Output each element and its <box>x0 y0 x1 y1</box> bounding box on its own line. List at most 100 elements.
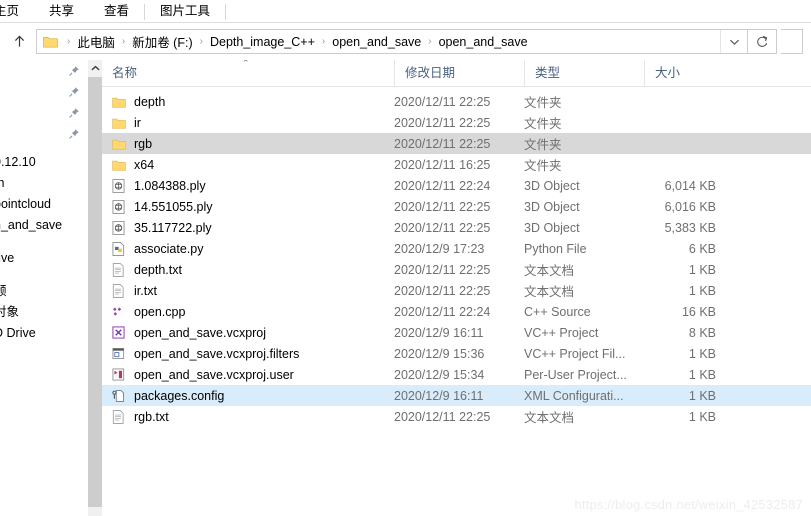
refresh-icon[interactable] <box>747 30 776 53</box>
pin-icon[interactable] <box>0 123 88 144</box>
breadcrumb-item-depth-image[interactable]: Depth_image_C++ <box>207 35 318 49</box>
file-name-label: packages.config <box>134 388 225 403</box>
column-header-date[interactable]: 修改日期 <box>394 60 524 87</box>
file-type-cell: 3D Object <box>524 220 580 235</box>
vcxproj-icon <box>112 326 134 339</box>
table-row[interactable]: x64 2020/12/11 16:25 文件夹 <box>102 154 811 175</box>
sidebar-item-2[interactable]: pointcloud <box>0 194 88 215</box>
sidebar-item-4[interactable]: rive <box>0 248 88 269</box>
tab-share[interactable]: 共享 <box>34 0 89 23</box>
pin-icon[interactable] <box>0 60 88 81</box>
navigation-bar: › 此电脑 › 新加卷 (F:) › Depth_image_C++ › ope… <box>0 23 811 60</box>
breadcrumb-item-open-and-save[interactable]: open_and_save <box>329 35 424 49</box>
file-list: depth 2020/12/11 22:25 文件夹 ir 2020/12/11… <box>102 87 811 427</box>
table-row[interactable]: rgb.txt 2020/12/11 22:25 文本文档 1 KB <box>102 406 811 427</box>
folder-icon <box>37 35 63 48</box>
file-date-cell: 2020/12/9 16:11 <box>394 388 484 403</box>
sidebar-item-7[interactable]: D Drive <box>0 323 88 344</box>
table-row[interactable]: open_and_save.vcxproj 2020/12/9 16:11 VC… <box>102 322 811 343</box>
file-date-cell: 2020/12/11 22:25 <box>394 409 491 424</box>
table-row[interactable]: 35.117722.ply 2020/12/11 22:25 3D Object… <box>102 217 811 238</box>
breadcrumb-separator-4: › <box>428 35 432 47</box>
file-list-pane: 名称 ⌃ 修改日期 类型 大小 depth 2020/12/11 22:25 文… <box>102 60 811 516</box>
pin-icon[interactable] <box>0 102 88 123</box>
file-date-cell: 2020/12/11 16:25 <box>394 157 491 172</box>
tab-home[interactable]: 主页 <box>0 0 34 23</box>
file-name-label: open_and_save.vcxproj.user <box>134 367 294 382</box>
file-name-label: 35.117722.ply <box>134 220 212 235</box>
file-size-cell: 1 KB <box>688 346 716 361</box>
file-name-cell: 14.551055.ply <box>102 200 394 214</box>
table-row[interactable]: ir 2020/12/11 22:25 文件夹 <box>102 112 811 133</box>
chevron-down-icon[interactable] <box>720 30 747 53</box>
table-row[interactable]: open.cpp 2020/12/11 22:24 C++ Source 16 … <box>102 301 811 322</box>
navigation-pane-items: 0.12.10 th pointcloud n_and_save rive 频 … <box>0 152 88 344</box>
scrollbar-thumb[interactable] <box>88 77 102 507</box>
file-date-cell: 2020/12/9 15:36 <box>394 346 485 361</box>
sidebar-item-5[interactable]: 频 <box>0 281 88 302</box>
sidebar-item-3[interactable]: n_and_save <box>0 215 88 236</box>
pin-icon[interactable] <box>0 81 88 102</box>
navigation-pane: 0.12.10 th pointcloud n_and_save rive 频 … <box>0 60 88 516</box>
breadcrumb-separator-0: › <box>67 35 71 47</box>
sidebar-item-6[interactable]: 对象 <box>0 302 88 323</box>
table-row[interactable]: 1.084388.ply 2020/12/11 22:24 3D Object … <box>102 175 811 196</box>
column-header-name[interactable]: 名称 ⌃ <box>102 60 394 87</box>
ribbon-underline <box>0 22 811 23</box>
file-size-cell: 1 KB <box>688 388 716 403</box>
column-header-type[interactable]: 类型 <box>524 60 644 87</box>
file-type-cell: 文本文档 <box>524 285 575 299</box>
breadcrumb-item-this-pc[interactable]: 此电脑 <box>74 32 118 51</box>
file-type-cell: 文件夹 <box>524 117 562 131</box>
address-bar[interactable]: › 此电脑 › 新加卷 (F:) › Depth_image_C++ › ope… <box>36 29 777 54</box>
tab-view[interactable]: 查看 <box>89 0 144 23</box>
table-row[interactable]: packages.config 2020/12/9 16:11 XML Conf… <box>102 385 811 406</box>
sidebar-item-0[interactable]: 0.12.10 <box>0 152 88 173</box>
file-name-label: open_and_save.vcxproj <box>134 325 267 340</box>
quick-access-pins <box>0 60 88 144</box>
file-size-cell: 8 KB <box>688 325 716 340</box>
table-row[interactable]: depth.txt 2020/12/11 22:25 文本文档 1 KB <box>102 259 811 280</box>
file-type-cell: 3D Object <box>524 199 580 214</box>
file-name-cell: ir <box>102 116 394 130</box>
up-arrow-icon[interactable] <box>6 29 32 55</box>
breadcrumb-item-open-and-save-2[interactable]: open_and_save <box>436 35 531 49</box>
watermark-text: https://blog.csdn.net/weixin_42532587 <box>574 497 803 512</box>
sidebar-gap-1 <box>0 236 88 248</box>
file-name-label: open.cpp <box>134 304 186 319</box>
file-name-label: depth <box>134 94 166 109</box>
table-row[interactable]: ir.txt 2020/12/11 22:25 文本文档 1 KB <box>102 280 811 301</box>
vertical-scrollbar[interactable] <box>88 60 102 516</box>
file-date-cell: 2020/12/11 22:25 <box>394 283 491 298</box>
breadcrumb: › 此电脑 › 新加卷 (F:) › Depth_image_C++ › ope… <box>63 32 720 51</box>
file-type-cell: C++ Source <box>524 304 591 319</box>
file-type-cell: 文件夹 <box>524 159 562 173</box>
ribbon-tab-bar: 主页 共享 查看 图片工具 <box>0 0 811 23</box>
tab-picture-tools[interactable]: 图片工具 <box>145 0 225 23</box>
scroll-up-arrow-icon[interactable] <box>88 60 102 77</box>
sort-ascending-icon: ⌃ <box>242 60 250 68</box>
file-name-cell: packages.config <box>102 389 394 403</box>
file-name-cell: depth.txt <box>102 263 394 277</box>
file-name-cell: open_and_save.vcxproj <box>102 326 394 340</box>
table-row[interactable]: rgb 2020/12/11 22:25 文件夹 <box>102 133 811 154</box>
file-date-cell: 2020/12/11 22:24 <box>394 304 491 319</box>
table-row[interactable]: open_and_save.vcxproj.filters 2020/12/9 … <box>102 343 811 364</box>
file-name-label: 1.084388.ply <box>134 178 206 193</box>
file-type-cell: 文本文档 <box>524 411 575 425</box>
table-row[interactable]: 14.551055.ply 2020/12/11 22:25 3D Object… <box>102 196 811 217</box>
table-row[interactable]: open_and_save.vcxproj.user 2020/12/9 15:… <box>102 364 811 385</box>
column-header-size[interactable]: 大小 <box>644 60 724 87</box>
file-date-cell: 2020/12/11 22:25 <box>394 262 491 277</box>
file-date-cell: 2020/12/9 16:11 <box>394 325 484 340</box>
breadcrumb-item-volume-f[interactable]: 新加卷 (F:) <box>129 32 195 51</box>
file-type-cell: VC++ Project <box>524 325 599 340</box>
file-size-cell: 6,014 KB <box>664 178 716 193</box>
file-name-cell: open.cpp <box>102 305 394 319</box>
folder-icon <box>112 138 134 150</box>
search-input[interactable] <box>781 29 803 54</box>
table-row[interactable]: associate.py 2020/12/9 17:23 Python File… <box>102 238 811 259</box>
file-name-cell: ir.txt <box>102 284 394 298</box>
table-row[interactable]: depth 2020/12/11 22:25 文件夹 <box>102 91 811 112</box>
sidebar-item-1[interactable]: th <box>0 173 88 194</box>
